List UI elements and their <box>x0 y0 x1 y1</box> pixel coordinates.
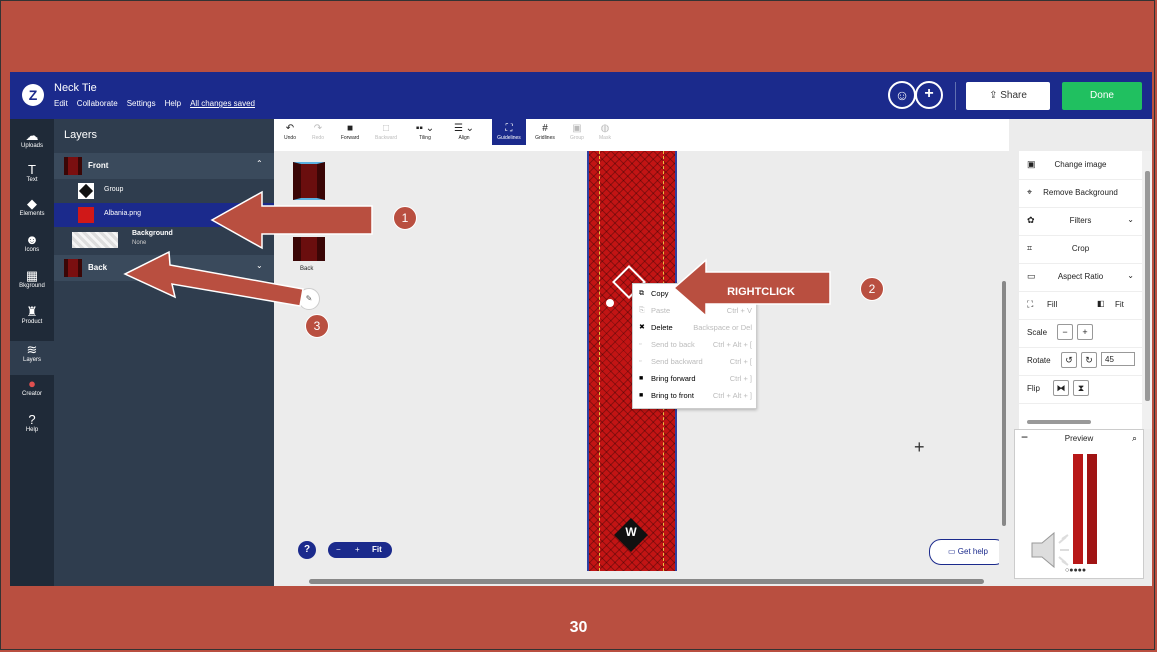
annotation-arrows <box>123 190 831 318</box>
step-badge-3: 3 <box>305 314 329 338</box>
arrow-1 <box>210 190 373 250</box>
step-badge-1: 1 <box>393 206 417 230</box>
step-badge-2: 2 <box>860 277 884 301</box>
rightclick-label: RIGHTCLICK <box>727 286 795 298</box>
slide-number: 30 <box>569 619 588 636</box>
arrow-3 <box>123 250 304 307</box>
speaker-icon[interactable] <box>1028 527 1076 573</box>
